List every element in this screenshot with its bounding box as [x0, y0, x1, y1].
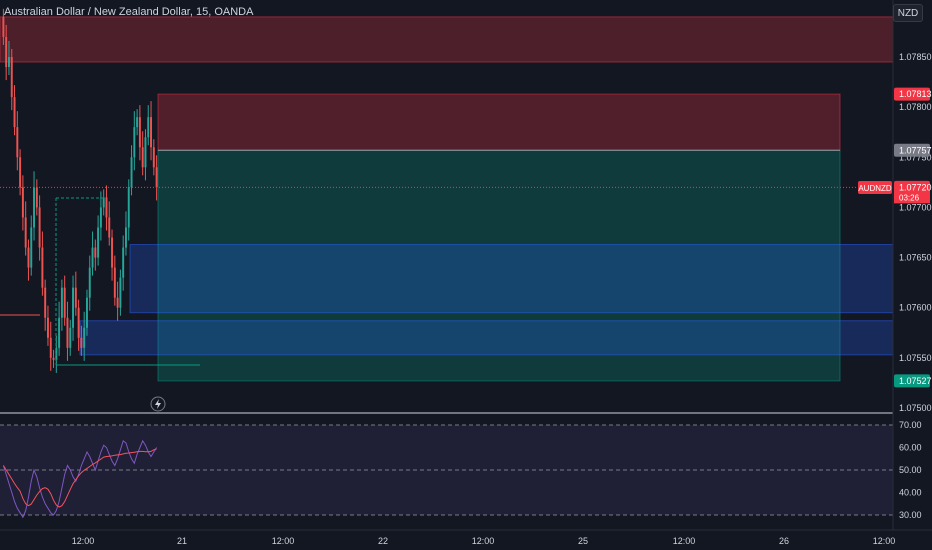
time-tick-label: 25: [578, 536, 588, 546]
time-tick-label: 12:00: [72, 536, 95, 546]
candle: [2, 16, 5, 37]
candle: [116, 297, 119, 308]
symbol-badge: AUDNZD: [858, 181, 892, 194]
candle: [124, 227, 127, 248]
time-tick-label: 12:00: [272, 536, 295, 546]
price-tick-label: 1.07800: [899, 102, 932, 112]
candle: [27, 247, 30, 268]
candle: [88, 267, 91, 298]
candle: [60, 287, 63, 318]
lightning-icon[interactable]: [150, 396, 166, 412]
candle: [144, 137, 147, 168]
candle: [69, 327, 72, 348]
candle: [105, 197, 108, 218]
candle: [38, 207, 41, 248]
candle: [74, 287, 77, 308]
price-tick-label: 1.07550: [899, 353, 932, 363]
candle: [85, 297, 88, 328]
candle: [33, 187, 36, 228]
candles-layer: [2, 8, 158, 373]
candle: [136, 117, 139, 128]
candle: [41, 247, 44, 288]
rsi-pane: [0, 424, 893, 519]
time-tick-label: 12:00: [673, 536, 696, 546]
rsi-tick-label: 40.00: [899, 488, 922, 498]
time-tick-label: 22: [378, 536, 388, 546]
price-tick-label: 1.07600: [899, 303, 932, 313]
candle: [66, 317, 69, 348]
candle: [44, 287, 47, 318]
candle: [21, 187, 24, 218]
rsi-tick-label: 50.00: [899, 465, 922, 475]
candle: [150, 117, 153, 148]
candle: [19, 157, 22, 188]
symbol-label: AUDNZD: [858, 184, 892, 193]
countdown-text: 03:26: [899, 193, 920, 202]
price-label-text: 1.07813: [899, 89, 932, 99]
rsi-tick-label: 70.00: [899, 420, 922, 430]
rsi-tick-label: 30.00: [899, 510, 922, 520]
candle: [133, 127, 136, 158]
rsi-tick-label: 60.00: [899, 443, 922, 453]
candle: [122, 247, 125, 278]
price-tick-label: 1.07650: [899, 253, 932, 263]
candle: [119, 277, 122, 308]
price-label-text: 1.07720: [899, 182, 932, 192]
candle: [77, 307, 80, 338]
candle: [24, 217, 27, 248]
candle: [16, 127, 19, 158]
price-tick-label: 1.07850: [899, 52, 932, 62]
zone-supply: [0, 16, 894, 63]
price-tick-label: 1.07500: [899, 403, 932, 413]
candle: [58, 317, 61, 348]
candle: [127, 187, 130, 228]
candle: [7, 57, 10, 68]
candle: [63, 287, 66, 318]
time-tick-label: 12:00: [472, 536, 495, 546]
candle: [138, 117, 141, 148]
candle: [113, 267, 116, 298]
zone-stop: [157, 93, 841, 151]
chart-canvas[interactable]: 1.078501.078001.077501.077001.076501.076…: [0, 0, 932, 550]
candle: [155, 167, 158, 188]
candle: [97, 227, 100, 258]
chart-title: Australian Dollar / New Zealand Dollar, …: [4, 6, 254, 18]
candle: [102, 197, 105, 208]
price-label-text: 1.07757: [899, 145, 932, 155]
candle: [130, 157, 133, 188]
price-axis[interactable]: 1.078501.078001.077501.077001.076501.076…: [899, 52, 932, 413]
price-tick-label: 1.07700: [899, 202, 932, 212]
time-axis[interactable]: 12:00 21 12:00 22 12:00 25 12:00 26 12:00: [72, 536, 896, 546]
candle: [46, 317, 49, 338]
time-tick-label: 12:00: [873, 536, 896, 546]
candle: [13, 97, 16, 128]
candle: [10, 57, 13, 98]
candle: [111, 237, 114, 268]
candle: [94, 247, 97, 258]
candle: [35, 187, 38, 208]
candle: [72, 287, 75, 328]
candle: [83, 327, 86, 348]
time-tick-label: 26: [779, 536, 789, 546]
price-labels: 1.07813 1.07757 1.07720 1.07527 03:26: [894, 87, 932, 388]
zone-demand: [129, 244, 894, 314]
candle: [5, 36, 8, 68]
candle: [147, 117, 150, 138]
candle: [30, 227, 33, 268]
currency-button[interactable]: NZD: [893, 4, 923, 22]
candle: [108, 217, 111, 238]
candle: [91, 247, 94, 268]
candle: [49, 337, 52, 358]
zone-demand: [79, 320, 894, 356]
time-tick-label: 21: [177, 536, 187, 546]
candle: [99, 207, 102, 228]
candle: [52, 357, 55, 360]
candle: [152, 147, 155, 168]
price-label-text: 1.07527: [899, 376, 932, 386]
rsi-axis[interactable]: 70.00 60.00 50.00 40.00 30.00: [899, 420, 922, 520]
candle: [80, 337, 83, 348]
zones-layer: [0, 16, 894, 382]
candle: [141, 147, 144, 168]
